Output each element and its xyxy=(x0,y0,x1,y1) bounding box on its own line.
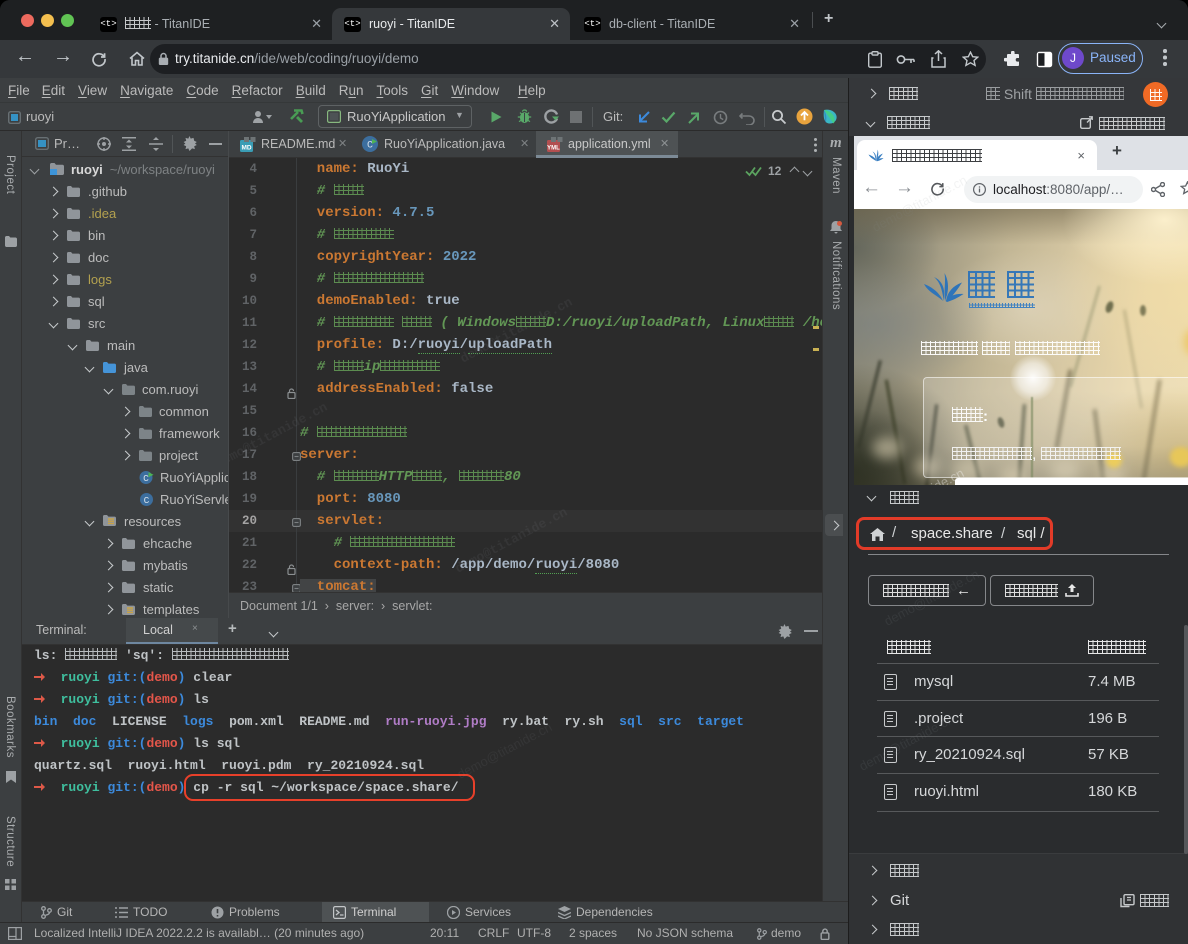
svg-text:C: C xyxy=(143,473,149,484)
svg-text:MD: MD xyxy=(241,145,251,152)
svg-text:C: C xyxy=(144,495,150,506)
svg-text:YML: YML xyxy=(547,146,560,152)
